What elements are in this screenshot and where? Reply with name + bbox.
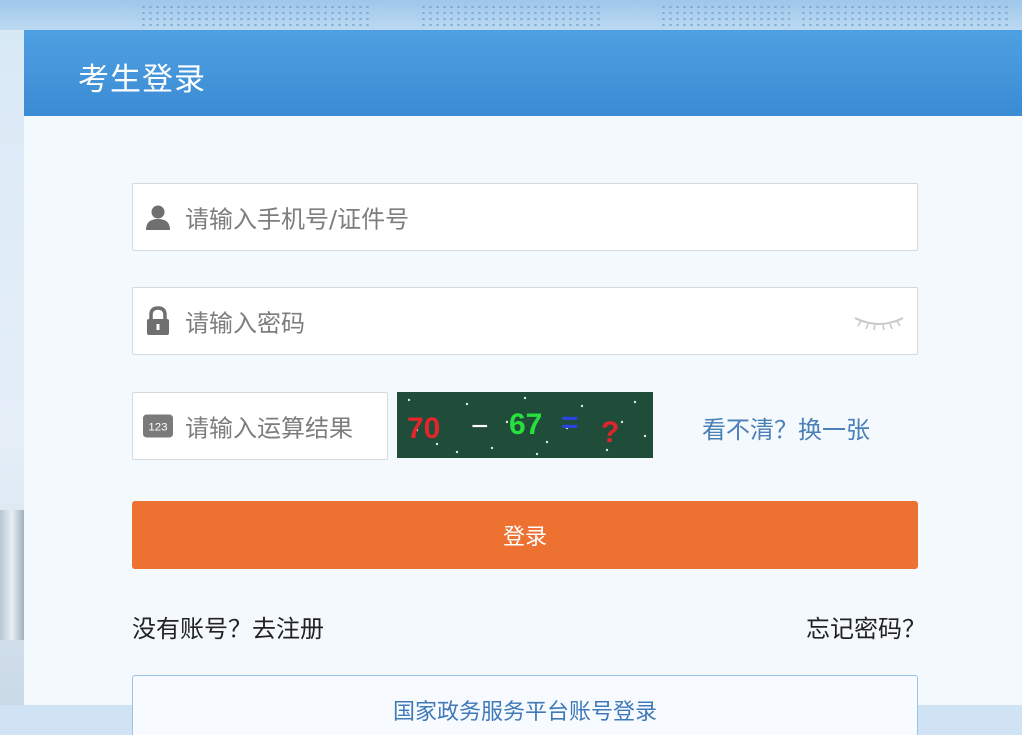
login-button[interactable]: 登录 <box>132 501 918 569</box>
register-link[interactable]: 没有账号？去注册 <box>132 609 324 644</box>
gov-platform-login-button[interactable]: 国家政务服务平台账号登录 <box>132 675 918 735</box>
svg-text:70: 70 <box>407 412 440 445</box>
lock-icon <box>143 306 173 336</box>
password-placeholder: 请输入密码 <box>185 309 305 338</box>
background-banner <box>0 0 1022 30</box>
refresh-captcha-link[interactable]: 看不清？换一张 <box>702 410 870 445</box>
captcha-placeholder: 请输入运算结果 <box>185 414 353 443</box>
number-icon: 123 <box>143 411 173 441</box>
building-image <box>0 510 24 640</box>
captcha-image[interactable]: 70 − 67 = ? <box>397 392 653 458</box>
panel-header: 考生登录 <box>24 30 1022 116</box>
svg-text:?: ? <box>601 416 619 449</box>
captcha-input[interactable]: 123 请输入运算结果 <box>132 392 388 460</box>
username-field[interactable]: 请输入手机号/证件号 <box>132 183 918 251</box>
svg-text:−: − <box>471 410 489 443</box>
user-icon <box>143 202 173 232</box>
svg-text:=: = <box>561 406 579 439</box>
page-title: 考生登录 <box>78 62 206 98</box>
username-placeholder: 请输入手机号/证件号 <box>185 205 410 234</box>
background-side <box>0 30 24 705</box>
forgot-password-link[interactable]: 忘记密码？ <box>806 609 926 644</box>
login-panel: 考生登录 请输入手机号/证件号 请输入密码 123 请输入运算结果 70 − 6… <box>24 30 1022 735</box>
svg-text:67: 67 <box>509 408 542 441</box>
password-field[interactable]: 请输入密码 <box>132 287 918 355</box>
gov-platform-login-label: 国家政务服务平台账号登录 <box>392 700 657 725</box>
svg-text:123: 123 <box>148 421 167 433</box>
show-password-toggle-icon[interactable] <box>853 310 905 332</box>
